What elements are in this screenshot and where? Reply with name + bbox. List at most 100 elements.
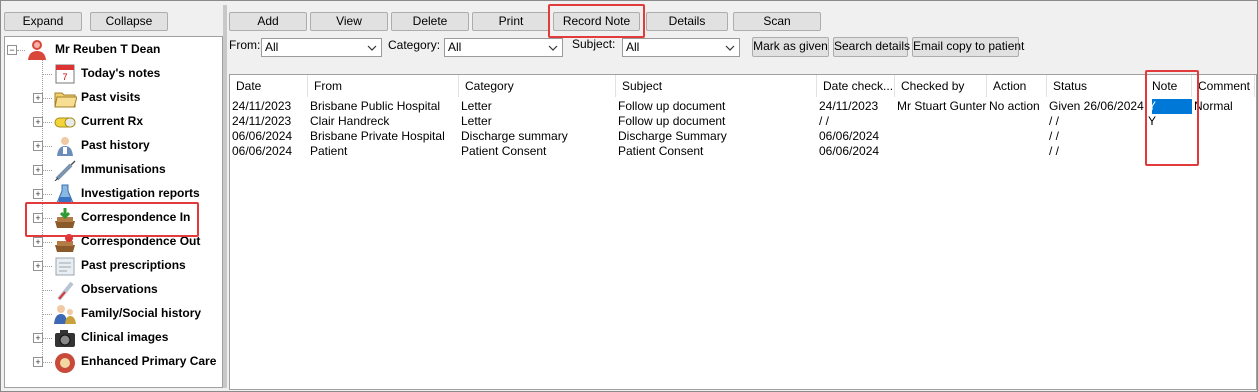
- table-cell-date-check: 06/06/2024: [819, 129, 880, 143]
- table-cell-action: No action: [989, 99, 1040, 113]
- tree-item-label: Immunisations: [81, 162, 166, 176]
- category-label: Category:: [388, 38, 441, 52]
- from-dropdown[interactable]: All: [261, 38, 382, 57]
- subject-dropdown[interactable]: All: [622, 38, 740, 57]
- details-button[interactable]: Details: [646, 12, 728, 31]
- table-cell-status: / /: [1049, 129, 1060, 143]
- column-header-checked-by[interactable]: Checked by: [895, 75, 987, 97]
- expand-button[interactable]: Expand: [4, 12, 82, 31]
- collapse-toggle-icon[interactable]: −: [7, 45, 17, 55]
- correspondence-table: Date From Category Subject Date check... Chec…: [229, 74, 1257, 390]
- table-cell-status: Given 26/06/2024: [1049, 99, 1144, 113]
- view-button[interactable]: View: [310, 12, 388, 31]
- subject-dropdown-value: All: [626, 40, 640, 54]
- note-column-highlight: [1145, 70, 1199, 166]
- tree-item-label: Enhanced Primary Care: [81, 354, 217, 368]
- tree-item-past-history[interactable]: + Past history: [33, 135, 219, 159]
- tree-item-label: Current Rx: [81, 114, 144, 128]
- column-header-subject[interactable]: Subject: [616, 75, 817, 97]
- from-label: From:: [229, 38, 261, 52]
- table-cell-category: Patient Consent: [461, 144, 547, 158]
- doctor-icon: [53, 135, 77, 157]
- mark-as-given-button[interactable]: Mark as given: [752, 37, 829, 57]
- chevron-down-icon: [548, 45, 558, 51]
- folder-icon: [53, 87, 78, 109]
- tree-item-label: Observations: [81, 282, 158, 296]
- table-cell-status: / /: [1049, 114, 1060, 128]
- syringe-icon: [53, 159, 77, 182]
- email-copy-button[interactable]: Email copy to patient: [912, 37, 1024, 57]
- tree-item-past-prescriptions[interactable]: + Past prescriptions: [33, 255, 219, 279]
- tree-root-patient[interactable]: − Mr Reuben T Dean: [7, 39, 217, 63]
- table-row[interactable]: 06/06/2024 Brisbane Private Hospital Disch…: [230, 129, 1254, 144]
- table-cell-subject: Patient Consent: [618, 144, 704, 158]
- table-cell-date: 24/11/2023: [232, 99, 292, 113]
- table-row[interactable]: 24/11/2023 Brisbane Public Hospital Letter…: [230, 99, 1254, 114]
- table-cell-from: Brisbane Private Hospital: [310, 129, 445, 143]
- tree-item-label: Past visits: [81, 90, 141, 104]
- tree-item-label: Past prescriptions: [81, 258, 186, 272]
- column-header-category[interactable]: Category: [459, 75, 616, 97]
- table-cell-subject: Discharge Summary: [618, 129, 727, 143]
- table-cell-from: Patient: [310, 144, 348, 158]
- tree-item-label: Family/Social history: [81, 306, 202, 320]
- search-details-button[interactable]: Search details: [833, 37, 910, 57]
- category-dropdown-value: All: [448, 40, 462, 54]
- from-dropdown-value: All: [265, 40, 279, 54]
- tree-item-label: Investigation reports: [81, 186, 200, 200]
- tree-item-observations[interactable]: Observations: [33, 279, 219, 303]
- scan-button[interactable]: Scan: [733, 12, 821, 31]
- table-cell-note: Y: [1148, 99, 1157, 113]
- tree-item-label: Clinical images: [81, 330, 169, 344]
- tree-item-family-social-history[interactable]: Family/Social history: [33, 303, 219, 327]
- panel-splitter[interactable]: [223, 5, 227, 388]
- category-dropdown[interactable]: All: [444, 38, 563, 57]
- prescription-icon: [53, 255, 77, 277]
- column-header-status[interactable]: Status: [1047, 75, 1146, 97]
- camera-icon: [53, 327, 77, 349]
- delete-button[interactable]: Delete: [391, 12, 469, 31]
- table-cell-date-check: 24/11/2023: [819, 99, 879, 113]
- table-cell-date: 06/06/2024: [232, 144, 293, 158]
- svg-text:7: 7: [62, 72, 67, 82]
- tree-item-today-s-notes[interactable]: 7 Today's notes: [33, 63, 219, 87]
- table-cell-status: / /: [1049, 144, 1060, 158]
- tree-item-past-visits[interactable]: + Past visits: [33, 87, 219, 111]
- column-header-date[interactable]: Date: [230, 75, 308, 97]
- column-header-from[interactable]: From: [308, 75, 459, 97]
- patient-name: Mr Reuben T Dean: [55, 42, 161, 56]
- tree-item-clinical-images[interactable]: + Clinical images: [33, 327, 219, 351]
- column-header-comment[interactable]: Comment: [1192, 75, 1255, 97]
- table-row[interactable]: 24/11/2023 Clair Handreck Letter Follow up …: [230, 114, 1254, 129]
- subject-label: Subject:: [572, 37, 616, 51]
- table-cell-date-check: 06/06/2024: [819, 144, 880, 158]
- table-cell-date: 24/11/2023: [232, 114, 292, 128]
- column-header-date-check[interactable]: Date check...: [817, 75, 895, 97]
- tree-item-immunisations[interactable]: + Immunisations: [33, 159, 219, 183]
- family-icon: [53, 303, 77, 325]
- patient-person-icon: [25, 39, 49, 61]
- table-cell-checked-by: Mr Stuart Gunter: [897, 99, 987, 113]
- table-cell-category: Letter: [461, 114, 492, 128]
- chevron-down-icon: [367, 45, 377, 51]
- print-button[interactable]: Print: [472, 12, 550, 31]
- table-cell-date-check: / /: [819, 114, 830, 128]
- table-cell-date: 06/06/2024: [232, 129, 293, 143]
- chevron-down-icon: [725, 45, 735, 51]
- table-row[interactable]: 06/06/2024 Patient Patient Consent Patient …: [230, 144, 1254, 159]
- tree-item-label: Past history: [81, 138, 150, 152]
- tree-item-current-rx[interactable]: + Current Rx: [33, 111, 219, 135]
- table-cell-subject: Follow up document: [618, 114, 726, 128]
- thermometer-icon: [53, 279, 77, 301]
- column-header-action[interactable]: Action: [987, 75, 1047, 97]
- patient-record-tree: − Mr Reuben T Dean 7 Today's notes + Past v…: [4, 36, 223, 388]
- tree-item-enhanced-primary-care[interactable]: + Enhanced Primary Care: [33, 351, 219, 375]
- table-cell-subject: Follow up document: [618, 99, 726, 113]
- calendar-icon: 7: [53, 63, 77, 85]
- table-cell-category: Discharge summary: [461, 129, 568, 143]
- correspondence-in-highlight: [25, 202, 199, 237]
- add-button[interactable]: Add: [229, 12, 307, 31]
- pill-icon: [53, 111, 77, 133]
- table-cell-from: Clair Handreck: [310, 114, 390, 128]
- collapse-button[interactable]: Collapse: [90, 12, 168, 31]
